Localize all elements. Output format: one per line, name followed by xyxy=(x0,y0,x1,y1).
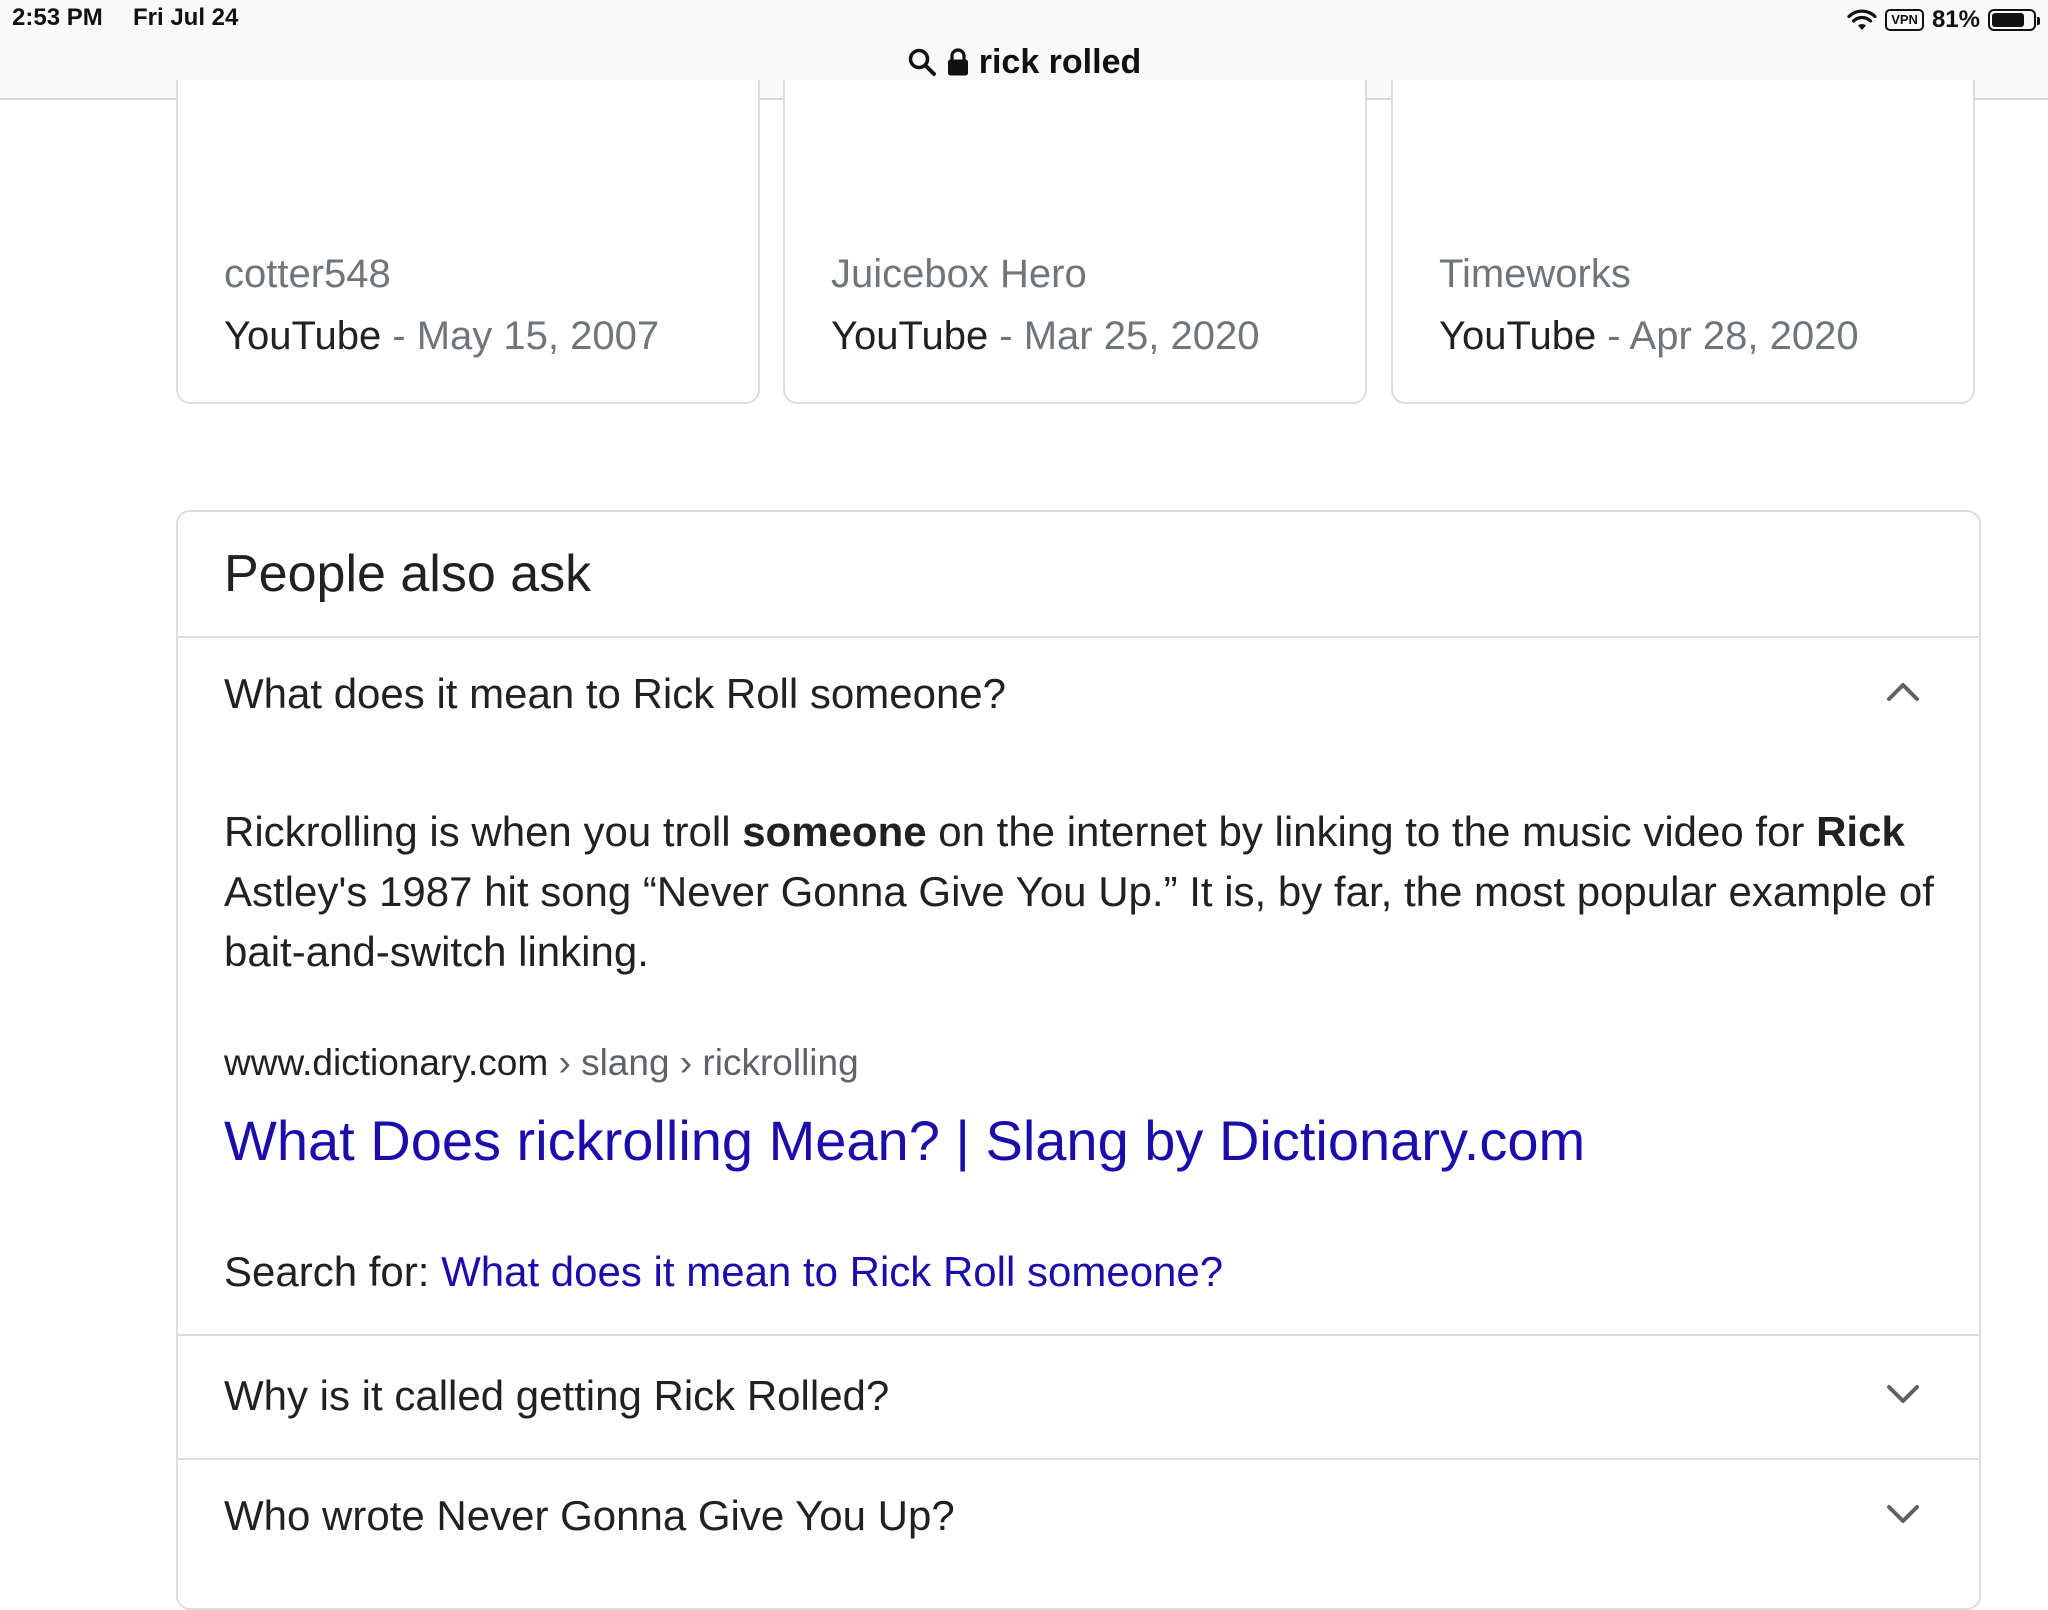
video-source: YouTube xyxy=(1439,314,1597,358)
wifi-icon xyxy=(1847,9,1877,30)
video-source: YouTube xyxy=(831,314,989,358)
video-card[interactable]: cotter548 YouTube - May 15, 2007 xyxy=(176,80,760,404)
source-domain: www.dictionary.com xyxy=(224,1042,549,1083)
chevron-down-icon[interactable] xyxy=(1883,1494,1923,1534)
video-card[interactable]: Timeworks YouTube - Apr 28, 2020 xyxy=(1391,80,1975,404)
video-meta: YouTube - Apr 28, 2020 xyxy=(1439,314,1859,359)
divider xyxy=(178,1458,1979,1460)
answer-text: Astley's 1987 hit song “Never Gonna Give… xyxy=(224,868,1934,975)
battery-icon xyxy=(1988,9,2040,31)
video-date: Apr 28, 2020 xyxy=(1629,314,1859,358)
answer-highlight: someone xyxy=(742,808,927,855)
meta-separator: - xyxy=(381,314,417,358)
video-channel: Timeworks xyxy=(1439,252,1631,296)
paa-question-text: Who wrote Never Gonna Give You Up? xyxy=(224,1492,955,1539)
answer-text: on the internet by linking to the music … xyxy=(926,808,1817,855)
divider xyxy=(178,1334,1979,1336)
chevron-down-icon[interactable] xyxy=(1883,1374,1923,1414)
divider xyxy=(178,636,1979,638)
answer-highlight: Rick xyxy=(1816,808,1905,855)
people-also-ask: People also ask What does it mean to Ric… xyxy=(176,510,1981,1610)
lock-icon xyxy=(947,48,968,76)
paa-question-text: Why is it called getting Rick Rolled? xyxy=(224,1372,890,1419)
video-meta: YouTube - Mar 25, 2020 xyxy=(831,314,1259,359)
meta-separator: - xyxy=(988,314,1024,358)
meta-separator: - xyxy=(1596,314,1630,358)
status-date: Fri Jul 24 xyxy=(133,4,239,31)
vpn-badge: VPN xyxy=(1885,9,1924,31)
video-channel: Juicebox Hero xyxy=(831,252,1087,296)
address-query: rick rolled xyxy=(978,42,1142,81)
battery-fill xyxy=(1992,13,2025,27)
status-time: 2:53 PM xyxy=(12,4,103,31)
address-bar[interactable]: rick rolled xyxy=(0,40,2048,84)
answer-text: Rickrolling is when you troll xyxy=(224,808,743,855)
video-date: May 15, 2007 xyxy=(416,314,660,358)
video-source: YouTube xyxy=(224,314,382,358)
video-date: Mar 25, 2020 xyxy=(1023,314,1260,358)
source-url[interactable]: www.dictionary.com › slang › rickrolling xyxy=(224,1042,859,1084)
video-meta: YouTube - May 15, 2007 xyxy=(224,314,659,359)
chevron-up-icon[interactable] xyxy=(1883,672,1923,712)
search-for-label: Search for: xyxy=(224,1248,442,1295)
paa-answer: Rickrolling is when you troll someone on… xyxy=(224,802,1944,982)
search-for-row: Search for: What does it mean to Rick Ro… xyxy=(224,1248,1223,1296)
status-indicators: VPN 81% xyxy=(1847,4,2040,36)
search-icon xyxy=(908,48,936,76)
video-channel: cotter548 xyxy=(224,252,391,296)
battery-percent: 81% xyxy=(1931,6,1980,33)
paa-question-text: What does it mean to Rick Roll someone? xyxy=(224,670,1007,717)
source-breadcrumb: › slang › rickrolling xyxy=(548,1042,859,1083)
search-for-link[interactable]: What does it mean to Rick Roll someone? xyxy=(441,1248,1223,1295)
paa-title: People also ask xyxy=(224,545,592,603)
source-title-link[interactable]: What Does rickrolling Mean? | Slang by D… xyxy=(224,1108,1585,1173)
video-card[interactable]: Juicebox Hero YouTube - Mar 25, 2020 xyxy=(783,80,1367,404)
